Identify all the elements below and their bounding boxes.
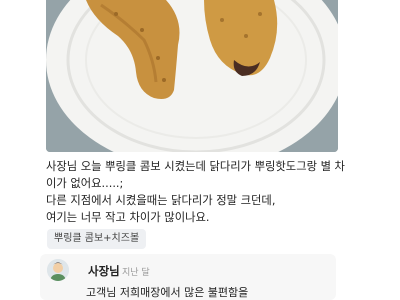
review-line: 사장님 오늘 뿌링클 콤보 시켰는데 닭다리가 뿌링핫도그랑 별 차 <box>46 160 345 173</box>
review-photo[interactable] <box>46 0 338 152</box>
review-line: 여기는 너무 작고 차이가 많이나요. <box>46 211 210 224</box>
owner-reply: 사장님 지난 달 고객님 저희매장에서 많은 불편함을 <box>40 254 336 300</box>
reply-author: 사장님 <box>88 264 120 278</box>
fried-chicken-image <box>46 0 338 152</box>
avatar <box>47 259 69 281</box>
review-text: 사장님 오늘 뿌링클 콤보 시켰는데 닭다리가 뿌링핫도그랑 별 차 이가 없어… <box>46 158 346 226</box>
reply-body: 고객님 저희매장에서 많은 불편함을 <box>86 286 249 299</box>
owner-avatar-icon <box>47 259 69 281</box>
review-line: 다른 지점에서 시켰을때는 닭다리가 정말 크던데, <box>46 194 276 207</box>
menu-tag[interactable]: 뿌링클 콤보+치즈볼 <box>47 229 147 249</box>
review-line: 이가 없어요.....; <box>46 177 124 190</box>
reply-time: 지난 달 <box>122 268 150 278</box>
